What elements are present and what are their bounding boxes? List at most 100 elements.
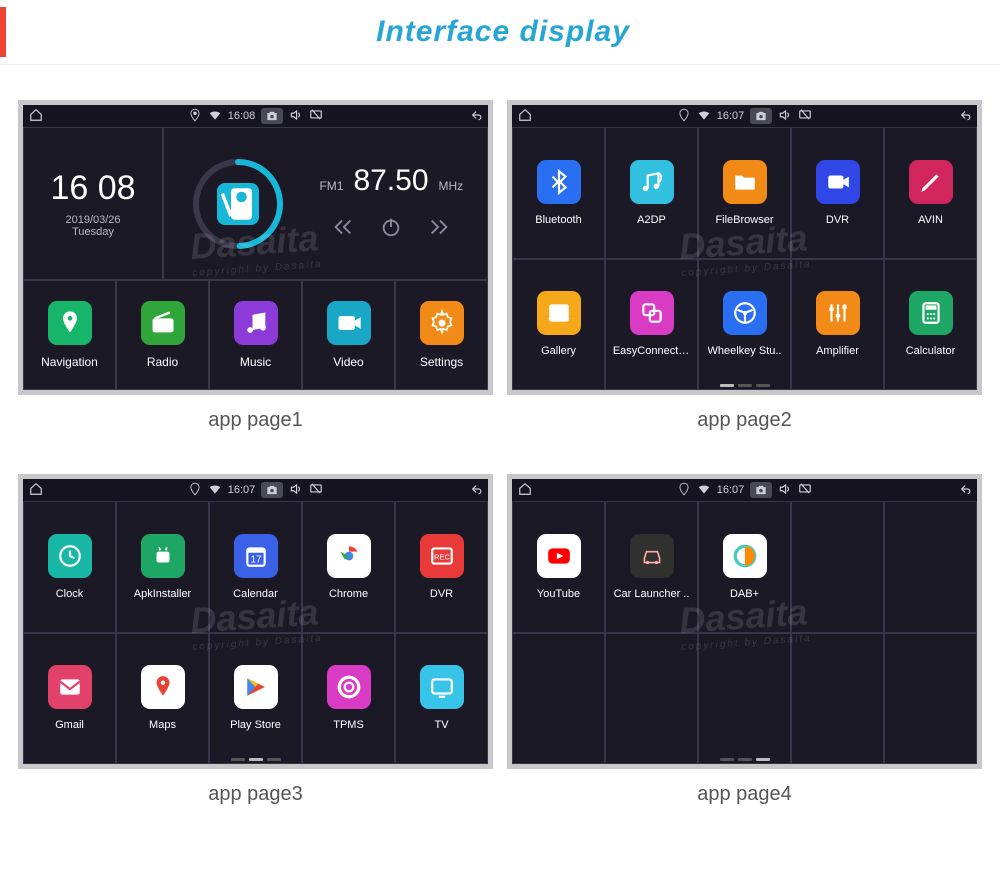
camera-icon[interactable] <box>750 482 772 498</box>
screen-off-icon[interactable] <box>309 482 323 499</box>
dab-icon <box>723 534 767 578</box>
app-tv[interactable]: TV <box>395 633 488 765</box>
clock-day: Tuesday <box>72 226 114 238</box>
power-icon[interactable] <box>380 216 402 243</box>
app-calendar[interactable]: 17 Calendar <box>209 501 302 633</box>
radio-widget[interactable]: FM1 87.50 MHz <box>163 127 488 280</box>
app-amplifier[interactable]: Amplifier <box>791 259 884 391</box>
app-label: Chrome <box>329 588 368 600</box>
yt-icon <box>537 534 581 578</box>
clock-date: 2019/03/26 <box>65 214 120 226</box>
app-dvr[interactable]: DVR <box>791 127 884 259</box>
radio-icon <box>217 183 259 225</box>
clock-widget[interactable]: 16 08 2019/03/26 Tuesday <box>23 127 163 280</box>
back-icon[interactable] <box>957 482 971 499</box>
screen-off-icon[interactable] <box>309 108 323 125</box>
home-tile-video[interactable]: Video <box>302 280 395 390</box>
home-icon[interactable] <box>29 482 43 499</box>
gps-icon <box>677 482 691 499</box>
tile-label: Video <box>333 355 363 369</box>
app-label: Calculator <box>906 345 956 357</box>
app-label: Play Store <box>230 719 281 731</box>
app-label: Calendar <box>233 588 278 600</box>
pen-icon <box>909 160 953 204</box>
home-icon[interactable] <box>518 108 532 125</box>
app-gmail[interactable]: Gmail <box>23 633 116 765</box>
pin-icon <box>48 301 92 345</box>
home-tile-music[interactable]: Music <box>209 280 302 390</box>
home-icon[interactable] <box>518 482 532 499</box>
app-chrome[interactable]: Chrome <box>302 501 395 633</box>
wifi-icon <box>697 482 711 499</box>
tire-icon <box>327 665 371 709</box>
android-icon <box>141 534 185 578</box>
status-time: 16:07 <box>228 484 256 496</box>
app-clock[interactable]: Clock <box>23 501 116 633</box>
app-label: DVR <box>430 588 453 600</box>
volume-icon[interactable] <box>289 108 303 125</box>
app-wheelkey-stu-[interactable]: Wheelkey Stu.. <box>698 259 791 391</box>
app-label: ApkInstaller <box>134 588 191 600</box>
app-bluetooth[interactable]: Bluetooth <box>512 127 605 259</box>
app-car-launcher-[interactable]: Car Launcher .. <box>605 501 698 633</box>
home-tile-navigation[interactable]: Navigation <box>23 280 116 390</box>
app-dvr[interactable]: REC DVR <box>395 501 488 633</box>
gps-icon <box>188 108 202 125</box>
caption-1: app page1 <box>18 395 493 460</box>
app-grid: Bluetooth A2DP FileBrowserDVRAVIN GalleryEa… <box>512 127 977 390</box>
frequency-unit: MHz <box>439 179 464 193</box>
app-maps[interactable]: Maps <box>116 633 209 765</box>
video-icon <box>327 301 371 345</box>
link-icon <box>630 291 674 335</box>
app-label: TV <box>434 719 448 731</box>
app-grid: YouTubeCar Launcher ..DAB+ <box>512 501 977 764</box>
app-calculator[interactable]: Calculator <box>884 259 977 391</box>
sliders-icon <box>816 291 860 335</box>
screen-off-icon[interactable] <box>798 108 812 125</box>
volume-icon[interactable] <box>778 482 792 499</box>
back-icon[interactable] <box>468 482 482 499</box>
app-label: Clock <box>56 588 84 600</box>
empty-cell <box>605 633 698 765</box>
empty-cell <box>512 633 605 765</box>
dvr-icon <box>816 160 860 204</box>
app-tpms[interactable]: TPMS <box>302 633 395 765</box>
prev-icon[interactable] <box>332 216 354 243</box>
app-filebrowser[interactable]: FileBrowser <box>698 127 791 259</box>
screenshot-grid: 16:08 16 08 2019/03/26 Tuesday <box>0 65 1000 844</box>
screen-off-icon[interactable] <box>798 482 812 499</box>
back-icon[interactable] <box>957 108 971 125</box>
camera-icon[interactable] <box>750 108 772 124</box>
app-play-store[interactable]: Play Store <box>209 633 302 765</box>
app-apkinstaller[interactable]: ApkInstaller <box>116 501 209 633</box>
home-tile-settings[interactable]: Settings <box>395 280 488 390</box>
app-dab-[interactable]: DAB+ <box>698 501 791 633</box>
app-label: A2DP <box>637 214 666 226</box>
home-icon[interactable] <box>29 108 43 125</box>
rec-icon: REC <box>420 534 464 578</box>
svg-text:17: 17 <box>250 554 261 565</box>
next-icon[interactable] <box>428 216 450 243</box>
app-avin[interactable]: AVIN <box>884 127 977 259</box>
status-bar: 16:07 <box>23 479 488 501</box>
caption-4: app page4 <box>507 769 982 834</box>
app-youtube[interactable]: YouTube <box>512 501 605 633</box>
panel-app-page2: 16:07 Bluetooth A2DP FileBrowserDVRAVIN Gal… <box>507 100 982 395</box>
wifi-icon <box>697 108 711 125</box>
camera-icon[interactable] <box>261 482 283 498</box>
volume-icon[interactable] <box>778 108 792 125</box>
tv-icon <box>420 665 464 709</box>
app-a2dp[interactable]: A2DP <box>605 127 698 259</box>
home-tile-radio[interactable]: Radio <box>116 280 209 390</box>
wifi-icon <box>208 108 222 125</box>
caption-3: app page3 <box>18 769 493 834</box>
gear-icon <box>420 301 464 345</box>
status-bar: 16:07 <box>512 105 977 127</box>
back-icon[interactable] <box>468 108 482 125</box>
empty-cell <box>884 633 977 765</box>
app-easyconnection[interactable]: EasyConnection <box>605 259 698 391</box>
volume-icon[interactable] <box>289 482 303 499</box>
a2dp-icon <box>630 160 674 204</box>
app-gallery[interactable]: Gallery <box>512 259 605 391</box>
camera-icon[interactable] <box>261 108 283 124</box>
